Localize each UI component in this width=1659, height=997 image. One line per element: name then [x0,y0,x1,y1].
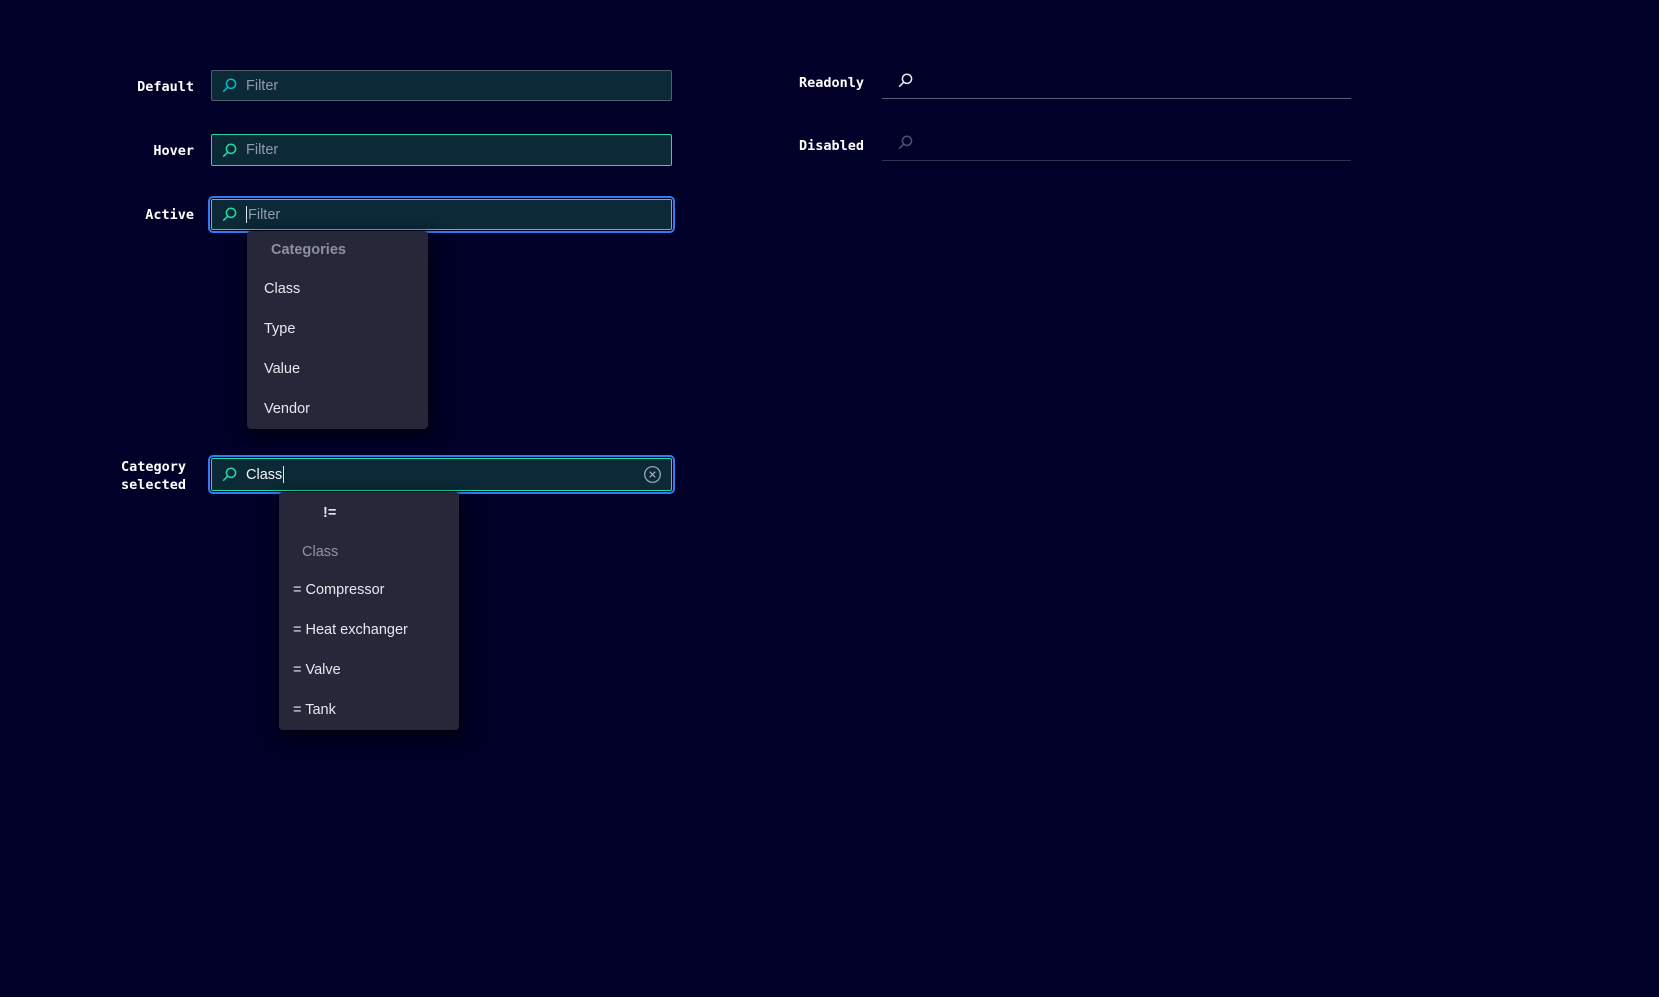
filter-input-active[interactable]: Filter [211,199,672,230]
filter-input-hover[interactable]: Filter [211,134,672,166]
text-caret [246,206,247,223]
dropdown-item-vendor[interactable]: Vendor [247,389,428,429]
filter-input-category-selected[interactable]: Class [211,458,672,491]
operators-dropdown: != Class = Compressor = Heat exchanger =… [279,492,459,730]
dropdown-group-header-class: Class [279,534,459,570]
filter-input-readonly[interactable] [882,62,1351,99]
dropdown-item-compressor[interactable]: = Compressor [279,570,459,610]
state-label-hover: Hover [60,142,194,160]
filter-input-default[interactable]: Filter [211,70,672,101]
filter-placeholder: Filter [246,142,278,158]
filter-value: Class [246,467,282,483]
dropdown-item-tank[interactable]: = Tank [279,690,459,730]
search-icon [897,134,914,151]
filter-input-disabled [882,124,1351,161]
state-label-category-line1: Category [121,459,186,475]
search-icon [897,72,914,89]
state-label-default: Default [60,78,194,96]
clear-filter-button[interactable] [643,465,662,484]
filter-component-showcase: Default Hover Active Category selected Re… [0,0,1659,997]
search-icon [221,142,238,159]
dropdown-header-categories: Categories [247,231,428,269]
clear-icon [643,465,662,484]
dropdown-item-type[interactable]: Type [247,309,428,349]
filter-placeholder: Filter [248,207,280,223]
state-label-category-line2: selected [121,477,186,493]
state-label-active: Active [60,206,194,224]
state-label-disabled: Disabled [799,137,864,155]
search-icon [221,77,238,94]
state-label-readonly: Readonly [799,74,864,92]
text-caret [283,466,284,483]
dropdown-item-heat-exchanger[interactable]: = Heat exchanger [279,610,459,650]
filter-placeholder: Filter [246,78,278,94]
search-icon [221,206,238,223]
dropdown-item-value[interactable]: Value [247,349,428,389]
state-label-category-selected: Category selected [60,458,186,494]
dropdown-item-class[interactable]: Class [247,269,428,309]
search-icon [221,466,238,483]
categories-dropdown: Categories Class Type Value Vendor [247,231,428,429]
dropdown-item-not-equal-operator[interactable]: != [279,492,459,534]
dropdown-item-valve[interactable]: = Valve [279,650,459,690]
